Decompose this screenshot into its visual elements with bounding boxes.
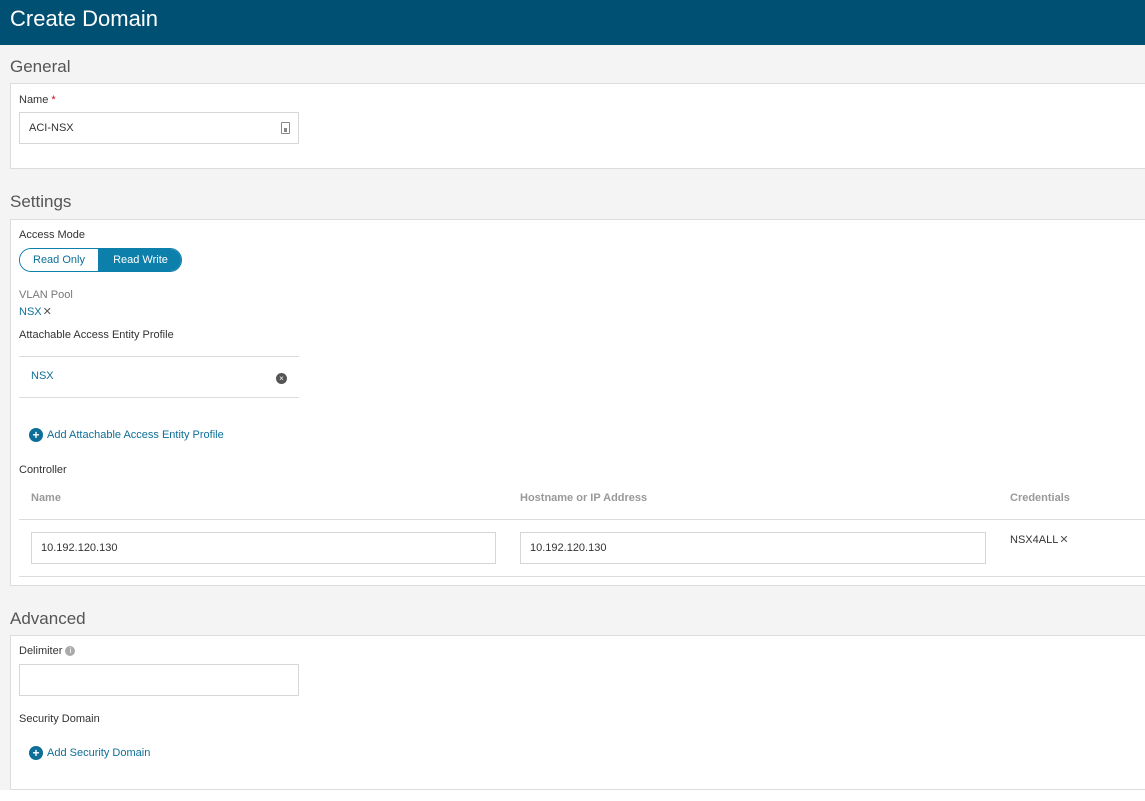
delimiter-input[interactable] <box>19 664 299 696</box>
controller-row-divider <box>19 576 1145 577</box>
name-input-value: ACI-NSX <box>29 122 74 134</box>
remove-vlan-pool-icon[interactable]: ✕ <box>43 306 52 318</box>
vlan-pool-value[interactable]: NSX <box>19 306 42 318</box>
security-domain-label: Security Domain <box>19 713 100 725</box>
section-title-settings: Settings <box>10 192 72 211</box>
plus-circle-icon: + <box>29 428 43 442</box>
create-domain-page: Create Domain General Name * ACI-NSX Set… <box>0 0 1145 790</box>
add-security-domain-label: Add Security Domain <box>47 747 151 759</box>
aep-divider-bottom <box>19 397 299 398</box>
remove-credentials-icon[interactable]: ✕ <box>1059 534 1068 546</box>
controller-name-input[interactable]: 10.192.120.130 <box>31 532 496 564</box>
access-mode-label: Access Mode <box>19 229 86 241</box>
advanced-panel: Delimiter i Security Domain + Add Securit… <box>10 635 1145 790</box>
column-header-name: Name <box>31 492 61 504</box>
section-title-advanced: Advanced <box>10 609 86 628</box>
column-header-credentials: Credentials <box>1010 492 1070 504</box>
access-mode-read-only[interactable]: Read Only <box>20 249 98 271</box>
settings-panel: Access Mode Read Only Read Write VLAN Po… <box>10 219 1145 586</box>
delimiter-label: Delimiter i <box>19 645 76 657</box>
add-aep-label: Add Attachable Access Entity Profile <box>47 429 224 441</box>
vlan-pool-label: VLAN Pool <box>19 289 73 301</box>
access-mode-read-write[interactable]: Read Write <box>98 249 181 271</box>
aep-item-name[interactable]: NSX <box>31 370 54 382</box>
delimiter-label-text: Delimiter <box>19 645 63 657</box>
aep-label: Attachable Access Entity Profile <box>19 329 174 341</box>
remove-aep-icon[interactable]: × <box>276 373 287 384</box>
section-title-general: General <box>10 57 71 76</box>
controller-credentials-value[interactable]: NSX4ALL <box>1010 534 1058 546</box>
general-panel: Name * ACI-NSX <box>10 83 1145 169</box>
name-label: Name * <box>19 94 56 106</box>
info-icon[interactable]: i <box>65 646 76 657</box>
page-title: Create Domain <box>10 6 158 31</box>
page-header: Create Domain <box>0 0 1145 45</box>
controller-host-value: 10.192.120.130 <box>530 542 607 554</box>
column-header-host: Hostname or IP Address <box>520 492 648 504</box>
controller-host-input[interactable]: 10.192.120.130 <box>520 532 986 564</box>
add-security-domain-button[interactable]: + Add Security Domain <box>29 746 150 760</box>
controller-name-value: 10.192.120.130 <box>41 542 118 554</box>
plus-circle-icon: + <box>29 746 43 760</box>
add-aep-button[interactable]: + Add Attachable Access Entity Profile <box>29 428 224 442</box>
controller-credentials-tag: NSX4ALL✕ <box>1010 533 1069 546</box>
password-manager-icon[interactable] <box>281 122 290 134</box>
controller-header-divider <box>19 519 1145 520</box>
required-mark: * <box>51 94 56 106</box>
vlan-pool-tag: NSX✕ <box>19 305 52 318</box>
access-mode-toggle: Read Only Read Write <box>19 248 182 272</box>
aep-divider-top <box>19 356 299 357</box>
name-label-text: Name <box>19 94 49 106</box>
controller-label: Controller <box>19 464 67 476</box>
name-input[interactable]: ACI-NSX <box>19 112 299 144</box>
